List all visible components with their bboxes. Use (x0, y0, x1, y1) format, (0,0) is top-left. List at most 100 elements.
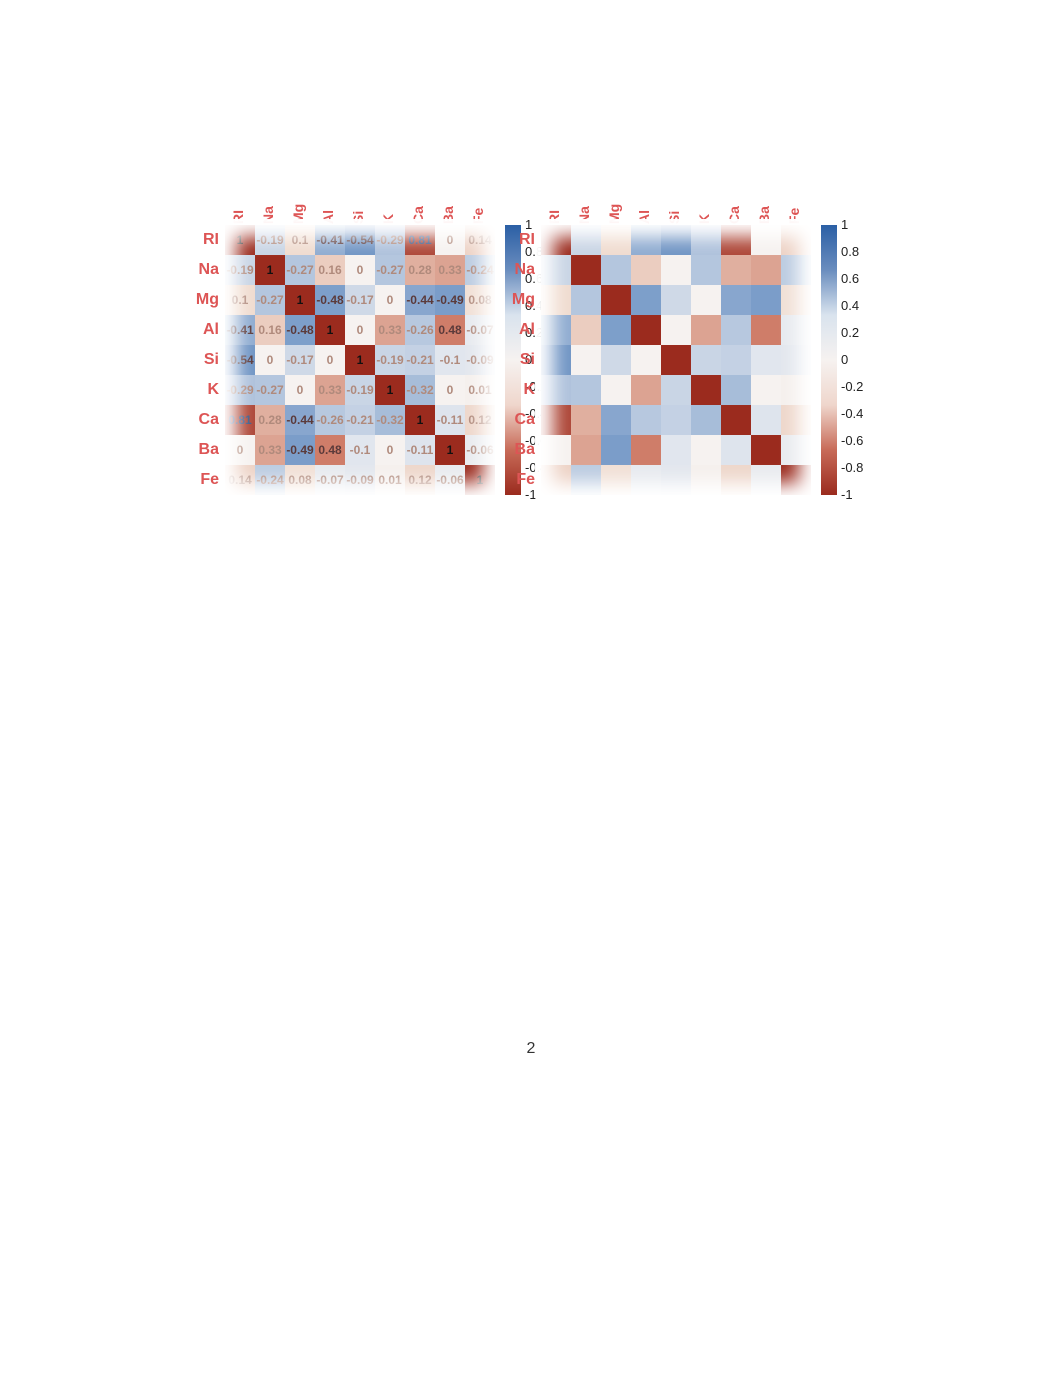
heatmap-right-grid: RINaMgAlSiKCaBaFeRINaMgAlSiKCaBaFe (541, 225, 811, 495)
heatmap-cell (541, 225, 571, 255)
heatmap-cell (631, 405, 661, 435)
heatmap-cell: 0.48 (435, 315, 465, 345)
heatmap-cell (751, 405, 781, 435)
column-label: Si (666, 194, 686, 224)
heatmap-cell (751, 375, 781, 405)
heatmap-cell (601, 375, 631, 405)
heatmap-cell: 0 (375, 285, 405, 315)
heatmap-cell (601, 435, 631, 465)
heatmap-cell (631, 465, 661, 495)
heatmap-cell: -0.19 (225, 255, 255, 285)
column-label: Al (320, 194, 340, 224)
row-label: Mg (196, 285, 225, 315)
heatmap-cell: -0.41 (225, 315, 255, 345)
colorbar-tick: 0.6 (841, 271, 859, 286)
heatmap-cell (691, 255, 721, 285)
column-label: Ca (410, 194, 430, 224)
heatmap-cell (661, 405, 691, 435)
heatmap-cell (631, 255, 661, 285)
row-label: Ba (515, 435, 541, 465)
column-label: K (696, 194, 716, 224)
heatmap-cell: -0.17 (345, 285, 375, 315)
colorbar-tick: 0.4 (841, 298, 859, 313)
heatmap-cell: -0.1 (435, 345, 465, 375)
column-label: Ba (756, 194, 776, 224)
heatmap-cell (781, 465, 811, 495)
heatmap-cell (691, 315, 721, 345)
heatmap-cell: 0 (225, 435, 255, 465)
heatmap-cell (751, 465, 781, 495)
heatmap-cell (661, 285, 691, 315)
row-label: Ca (515, 405, 541, 435)
heatmap-cell (751, 315, 781, 345)
heatmap-cell (661, 315, 691, 345)
column-label: Mg (290, 194, 310, 224)
row-label: K (523, 375, 541, 405)
column-label: Al (636, 194, 656, 224)
heatmap-cell: -0.19 (255, 225, 285, 255)
heatmap-cell (751, 435, 781, 465)
heatmap-cell (601, 255, 631, 285)
heatmap-cell (721, 465, 751, 495)
colorbar-tick: -0.4 (841, 406, 863, 421)
heatmap-cell (691, 285, 721, 315)
heatmap-cell: 0 (435, 225, 465, 255)
heatmap-cell (541, 345, 571, 375)
heatmap-cell: 0.48 (315, 435, 345, 465)
heatmap-cell: -0.21 (345, 405, 375, 435)
heatmap-cell: 1 (405, 405, 435, 435)
heatmap-cell: -0.49 (285, 435, 315, 465)
heatmap-cell: 0.1 (225, 285, 255, 315)
heatmap-cell: 0.28 (255, 405, 285, 435)
column-label: Ba (440, 194, 460, 224)
heatmap-cell: -0.44 (285, 405, 315, 435)
heatmap-cell (721, 405, 751, 435)
heatmap-cell: 0.1 (285, 225, 315, 255)
heatmap-cell: -0.09 (465, 345, 495, 375)
heatmap-cell: 0.08 (465, 285, 495, 315)
heatmap-cell: -0.09 (345, 465, 375, 495)
heatmap-cell: -0.27 (255, 285, 285, 315)
heatmap-cell: 1 (375, 375, 405, 405)
heatmap-cell: -0.06 (465, 435, 495, 465)
column-label: Ca (726, 194, 746, 224)
heatmap-cell: -0.27 (255, 375, 285, 405)
heatmap-cell: 0.33 (435, 255, 465, 285)
heatmap-cell (571, 435, 601, 465)
heatmap-cell: -0.29 (225, 375, 255, 405)
heatmap-cell: 0 (315, 345, 345, 375)
heatmap-cell: 0.12 (405, 465, 435, 495)
heatmap-cell (661, 465, 691, 495)
heatmap-cell (781, 315, 811, 345)
heatmap-cell (571, 465, 601, 495)
colorbar-tick: -0.6 (841, 433, 863, 448)
row-label: Al (519, 315, 541, 345)
heatmap-cell: -0.21 (405, 345, 435, 375)
column-label: Si (350, 194, 370, 224)
heatmap-cell (631, 375, 661, 405)
heatmap-cell (631, 225, 661, 255)
colorbar-tick: 0.2 (841, 325, 859, 340)
row-label: Na (515, 255, 541, 285)
heatmap-cell (601, 345, 631, 375)
heatmap-cell: 0.12 (465, 405, 495, 435)
heatmap-cell: -0.41 (315, 225, 345, 255)
heatmap-cell (571, 375, 601, 405)
heatmap-cell (541, 285, 571, 315)
heatmap-cell: -0.54 (345, 225, 375, 255)
heatmap-cell: 0 (375, 435, 405, 465)
heatmap-cell (541, 315, 571, 345)
heatmap-cell (571, 345, 601, 375)
heatmap-cell (721, 435, 751, 465)
heatmap-cell (571, 315, 601, 345)
heatmap-left-grid: RINaMgAlSiKCaBaFeRINaMgAlSiKCaBaFe1-0.19… (225, 225, 495, 495)
heatmap-cell (721, 345, 751, 375)
heatmap-cell: 0.81 (405, 225, 435, 255)
heatmap-cell (721, 285, 751, 315)
heatmap-cell (601, 285, 631, 315)
heatmap-cell (601, 225, 631, 255)
heatmap-cell (781, 285, 811, 315)
colorbar-tick: 0.8 (841, 244, 859, 259)
colorbar-tick: -0.2 (841, 379, 863, 394)
heatmap-cell: -0.19 (345, 375, 375, 405)
